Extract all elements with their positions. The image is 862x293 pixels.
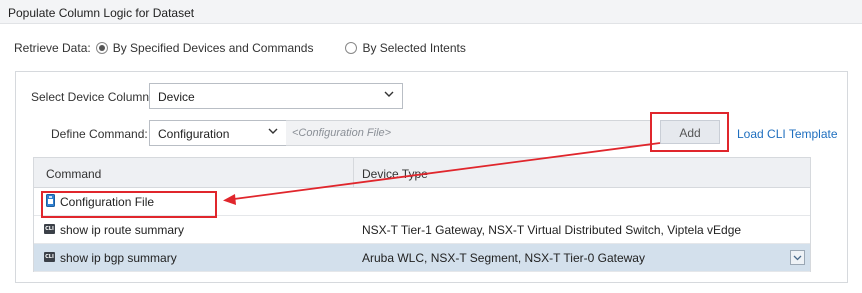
annotation-arrow: [223, 142, 661, 205]
